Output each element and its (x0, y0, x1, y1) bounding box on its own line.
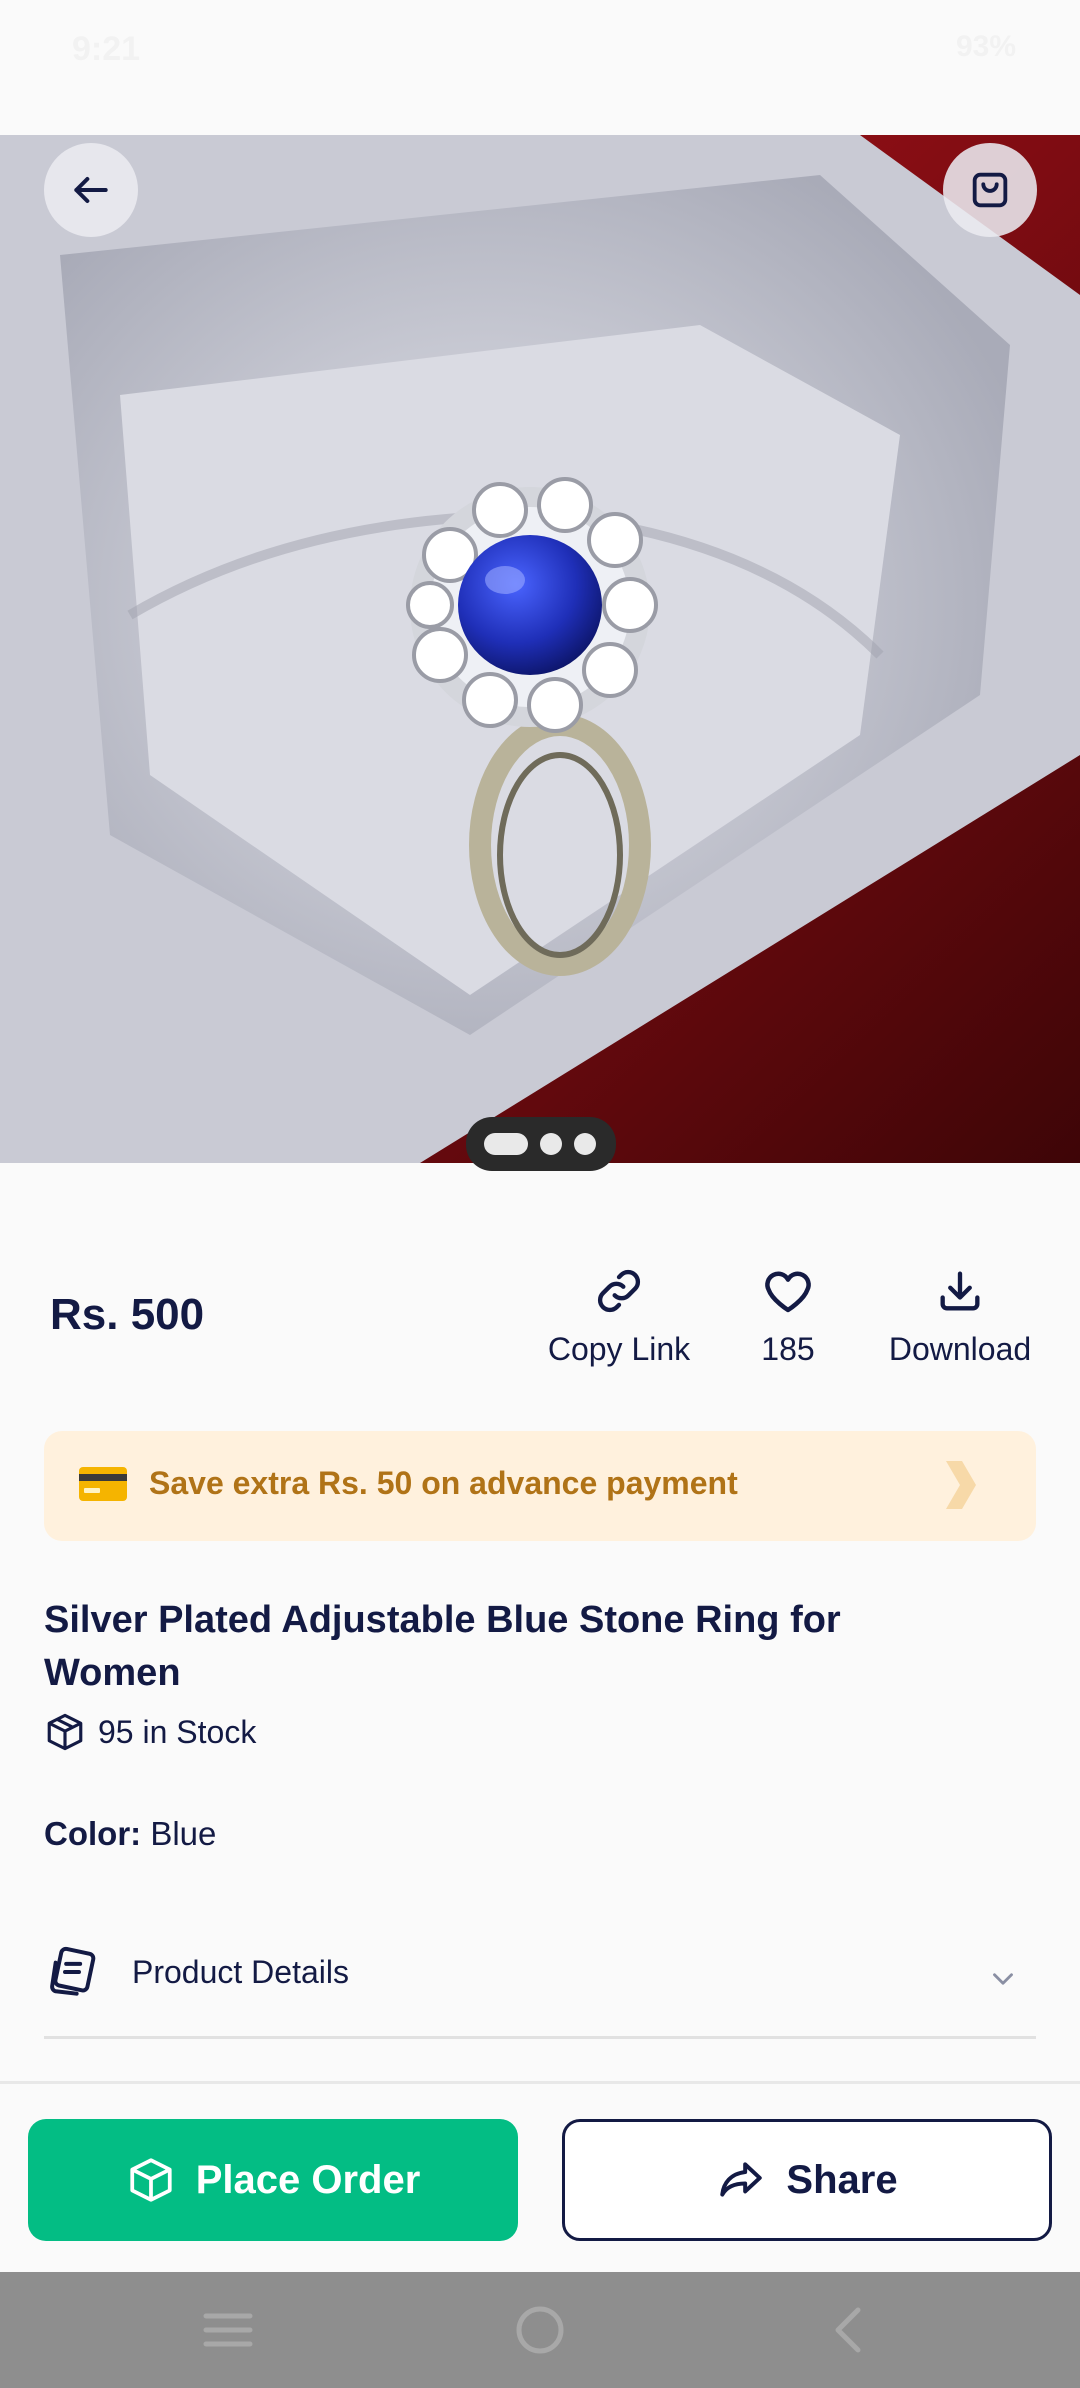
cart-button[interactable] (943, 143, 1037, 237)
color-label: Color: (44, 1815, 142, 1852)
shopping-bag-icon (972, 172, 1008, 208)
carousel-dot-active[interactable] (484, 1133, 528, 1155)
home-icon[interactable] (512, 2302, 568, 2358)
stock-count: 95 in Stock (98, 1713, 257, 1750)
carousel-dot[interactable] (540, 1133, 562, 1155)
bottom-divider (0, 2081, 1080, 2084)
heart-icon (765, 1271, 811, 1313)
document-icon (50, 1946, 96, 1996)
share-label: Share (786, 2157, 898, 2202)
place-order-label: Place Order (195, 2157, 421, 2202)
recent-apps-icon[interactable] (200, 2302, 256, 2358)
share-arrow-icon (720, 2162, 763, 2197)
product-details-accordion[interactable]: Product Details (44, 1940, 1036, 2039)
like-button[interactable]: 185 (746, 1265, 830, 1368)
system-nav-bar (0, 2272, 1080, 2388)
system-back-icon[interactable] (822, 2302, 878, 2358)
product-title: Silver Plated Adjustable Blue Stone Ring… (44, 1599, 841, 1694)
download-icon (940, 1271, 980, 1311)
chevron-down-icon (993, 1973, 1013, 1985)
battery-level: 93% (955, 30, 1016, 63)
color-value: Blue (150, 1815, 217, 1852)
carousel-dot[interactable] (574, 1133, 596, 1155)
product-image (0, 135, 1080, 1163)
status-bar: 9:21 93% (0, 0, 1080, 135)
back-button[interactable] (44, 143, 138, 237)
carousel-indicator[interactable] (466, 1117, 616, 1171)
download-label: Download (888, 1331, 1032, 1367)
promo-text: Save extra Rs. 50 on advance payment (149, 1465, 738, 1501)
arrow-left-icon (74, 176, 108, 204)
advance-payment-banner[interactable]: Save extra Rs. 50 on advance payment (44, 1431, 1036, 1541)
like-count: 185 (761, 1331, 815, 1367)
copy-link-button[interactable]: Copy Link (546, 1265, 692, 1368)
download-button[interactable]: Download (880, 1265, 1040, 1368)
link-icon (597, 1269, 641, 1313)
product-details-label: Product Details (132, 1954, 349, 1990)
copy-link-label: Copy Link (547, 1331, 691, 1367)
color-info: Color: Blue (44, 1815, 216, 1853)
product-price: Rs. 500 (50, 1290, 205, 1339)
product-image-carousel[interactable] (0, 135, 1080, 1163)
box-icon (47, 1713, 83, 1751)
box-icon (130, 2158, 172, 2202)
credit-card-icon (79, 1467, 127, 1501)
chevron-right-icon (946, 1461, 976, 1509)
place-order-button[interactable]: Place Order (28, 2119, 518, 2241)
status-time: 9:21 (72, 30, 141, 68)
share-button[interactable]: Share (562, 2119, 1052, 2241)
stock-info: 95 in Stock (44, 1708, 256, 1756)
